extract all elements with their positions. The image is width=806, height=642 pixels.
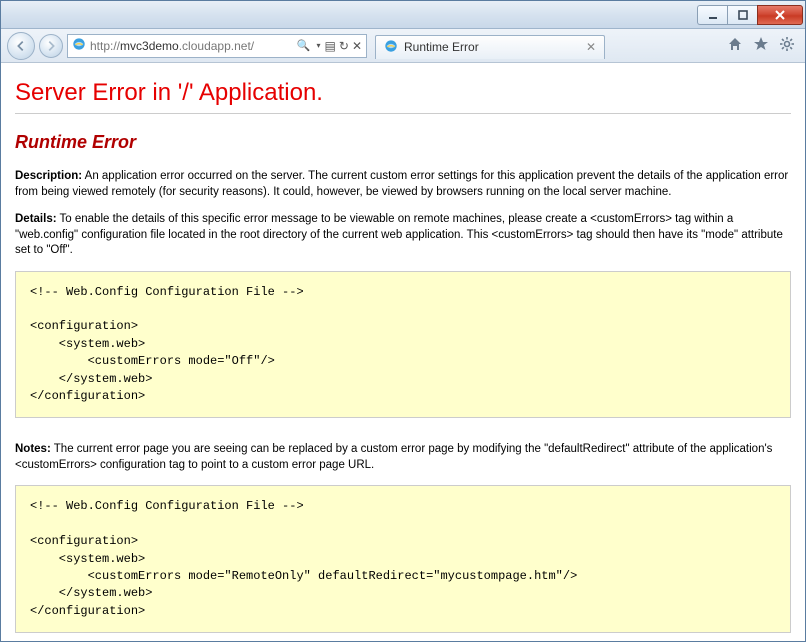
back-button[interactable]	[7, 32, 35, 60]
maximize-button[interactable]	[727, 5, 757, 25]
page-viewport[interactable]: Server Error in '/' Application. Runtime…	[1, 63, 805, 641]
notes-label: Notes:	[15, 443, 51, 455]
addressbar-actions: ▤ ↻ ✕	[325, 39, 362, 53]
page-title: Server Error in '/' Application.	[15, 79, 791, 107]
gear-icon[interactable]	[779, 36, 795, 55]
config-code-remoteonly: <!-- Web.Config Configuration File --> <…	[15, 485, 791, 633]
maximize-icon	[737, 9, 749, 21]
home-icon[interactable]	[727, 36, 743, 55]
back-arrow-icon	[14, 39, 28, 53]
ie-favicon-icon	[384, 39, 398, 56]
tab-close-icon[interactable]: ✕	[586, 40, 596, 54]
chevron-down-icon[interactable]: ▾	[317, 41, 321, 50]
details-paragraph: Details: To enable the details of this s…	[15, 212, 791, 259]
close-button[interactable]	[757, 5, 803, 25]
ie-favicon-icon	[72, 37, 86, 54]
description-label: Description:	[15, 170, 82, 182]
refresh-icon[interactable]: ↻	[339, 39, 349, 53]
title-divider	[15, 113, 791, 114]
favorites-star-icon[interactable]	[753, 36, 769, 55]
error-subtitle: Runtime Error	[15, 132, 791, 153]
tab-runtime-error[interactable]: Runtime Error ✕	[375, 35, 605, 59]
minimize-button[interactable]	[697, 5, 727, 25]
close-icon	[774, 9, 786, 21]
notes-paragraph: Notes: The current error page you are se…	[15, 442, 791, 473]
navigation-toolbar: http://mvc3demo.cloudapp.net/ 🔍 ▾ ▤ ↻ ✕ …	[1, 29, 805, 63]
forward-button[interactable]	[39, 34, 63, 58]
notes-text: The current error page you are seeing ca…	[15, 443, 772, 471]
tab-strip: Runtime Error ✕	[375, 33, 719, 59]
tab-title: Runtime Error	[404, 40, 479, 54]
config-code-off: <!-- Web.Config Configuration File --> <…	[15, 271, 791, 419]
details-label: Details:	[15, 213, 57, 225]
command-bar	[723, 36, 799, 55]
stop-icon[interactable]: ✕	[352, 39, 362, 53]
description-text: An application error occurred on the ser…	[15, 170, 788, 198]
window-controls	[697, 5, 803, 25]
window-titlebar[interactable]	[1, 1, 805, 29]
url-text[interactable]: http://mvc3demo.cloudapp.net/	[90, 39, 293, 53]
compat-view-icon[interactable]: ▤	[325, 39, 336, 53]
details-text: To enable the details of this specific e…	[15, 213, 783, 256]
minimize-icon	[707, 9, 719, 21]
address-bar[interactable]: http://mvc3demo.cloudapp.net/ 🔍 ▾ ▤ ↻ ✕	[67, 34, 367, 58]
forward-arrow-icon	[44, 39, 58, 53]
search-icon[interactable]: 🔍	[297, 39, 311, 52]
description-paragraph: Description: An application error occurr…	[15, 169, 791, 200]
